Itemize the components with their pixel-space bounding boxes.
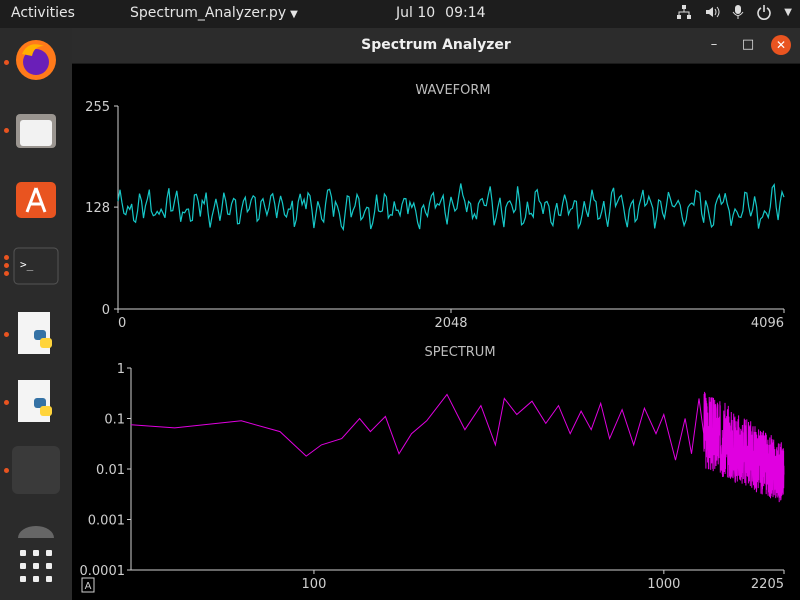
microphone-icon [732,5,744,19]
running-indicator [4,332,9,337]
system-tray[interactable]: ▼ [676,4,792,20]
clock[interactable]: Jul 10 09:14 [396,5,486,21]
network-icon [677,5,692,19]
spectrum-x-tick-label: 1000 [647,577,680,592]
waveform-y-ticks: 0 128 255 [85,100,118,318]
spectrum-y-tick-label: 1 [117,362,125,377]
chevron-down-icon: ▼ [290,9,298,20]
waveform-title: WAVEFORM [415,83,490,98]
waveform-x-tick-label: 2048 [434,316,467,331]
waveform-x-tick-label: 0 [118,316,126,331]
clock-date: Jul 10 [396,5,436,21]
title-bar[interactable]: Spectrum Analyzer – □ ✕ [72,28,800,64]
waveform-series-line [117,182,785,232]
spectrum-y-ticks: 1 0.1 0.01 0.001 0.0001 [80,362,131,579]
waveform-x-ticks: 0 2048 4096 [117,309,785,331]
spectrum-x-tick-label: 2205 [751,577,784,592]
spectrum-series-line [130,391,785,503]
maximize-button[interactable]: □ [738,35,758,55]
spectrum-x-tick-label: 100 [302,577,327,592]
firefox-icon[interactable] [12,36,60,84]
spectrum-y-tick-label: 0.1 [104,413,125,428]
window-title: Spectrum Analyzer [361,37,511,53]
running-indicator [4,468,9,473]
spectrum-x-ticks: 100 1000 2205 [302,570,785,592]
power-icon [757,5,772,20]
python-file-icon[interactable] [12,310,60,358]
volume-icon [706,6,720,18]
waveform-y-tick-label: 255 [85,100,110,115]
python-file-icon[interactable] [12,378,60,426]
running-indicator [4,60,9,65]
close-button[interactable]: ✕ [771,35,791,55]
app-window: Spectrum Analyzer – □ ✕ WAVEFORM 0 128 255… [72,28,800,600]
running-indicator [4,271,9,276]
show-apps-icon[interactable] [12,542,60,590]
spectrum-y-tick-label: 0.001 [88,514,125,529]
clock-time: 09:14 [445,5,486,21]
running-indicator [4,400,9,405]
waveform-x-tick-label: 4096 [751,316,784,331]
spectrum-y-tick-label: 0.01 [96,463,125,478]
activities-button[interactable]: Activities [11,5,75,21]
running-indicator [4,255,9,260]
minimize-button[interactable]: – [704,35,724,55]
app-menu-label: Spectrum_Analyzer.py [130,5,287,21]
running-indicator [4,263,9,268]
app-menu[interactable]: Spectrum_Analyzer.py ▼ [130,5,298,21]
spectrum-y-tick-label: 0.0001 [80,564,126,579]
dock: >_ [0,28,72,600]
top-bar: Activities Spectrum_Analyzer.py ▼ Jul 10 0… [0,0,800,28]
app-center-icon[interactable] [12,174,60,222]
chevron-down-icon: ▼ [784,6,792,18]
trash-icon[interactable] [12,446,60,494]
corner-badge: A [85,581,92,592]
spectrum-title: SPECTRUM [424,345,495,360]
waveform-y-tick-label: 128 [85,201,110,216]
plot-canvas: WAVEFORM 0 128 255 0 2048 4096 SPECTRUM 1 0.1… [80,83,785,593]
waveform-y-tick-label: 0 [102,303,110,318]
files-icon[interactable] [12,106,60,154]
terminal-icon[interactable]: >_ [12,242,60,290]
running-indicator [4,128,9,133]
svg-text:>_: >_ [20,258,34,271]
